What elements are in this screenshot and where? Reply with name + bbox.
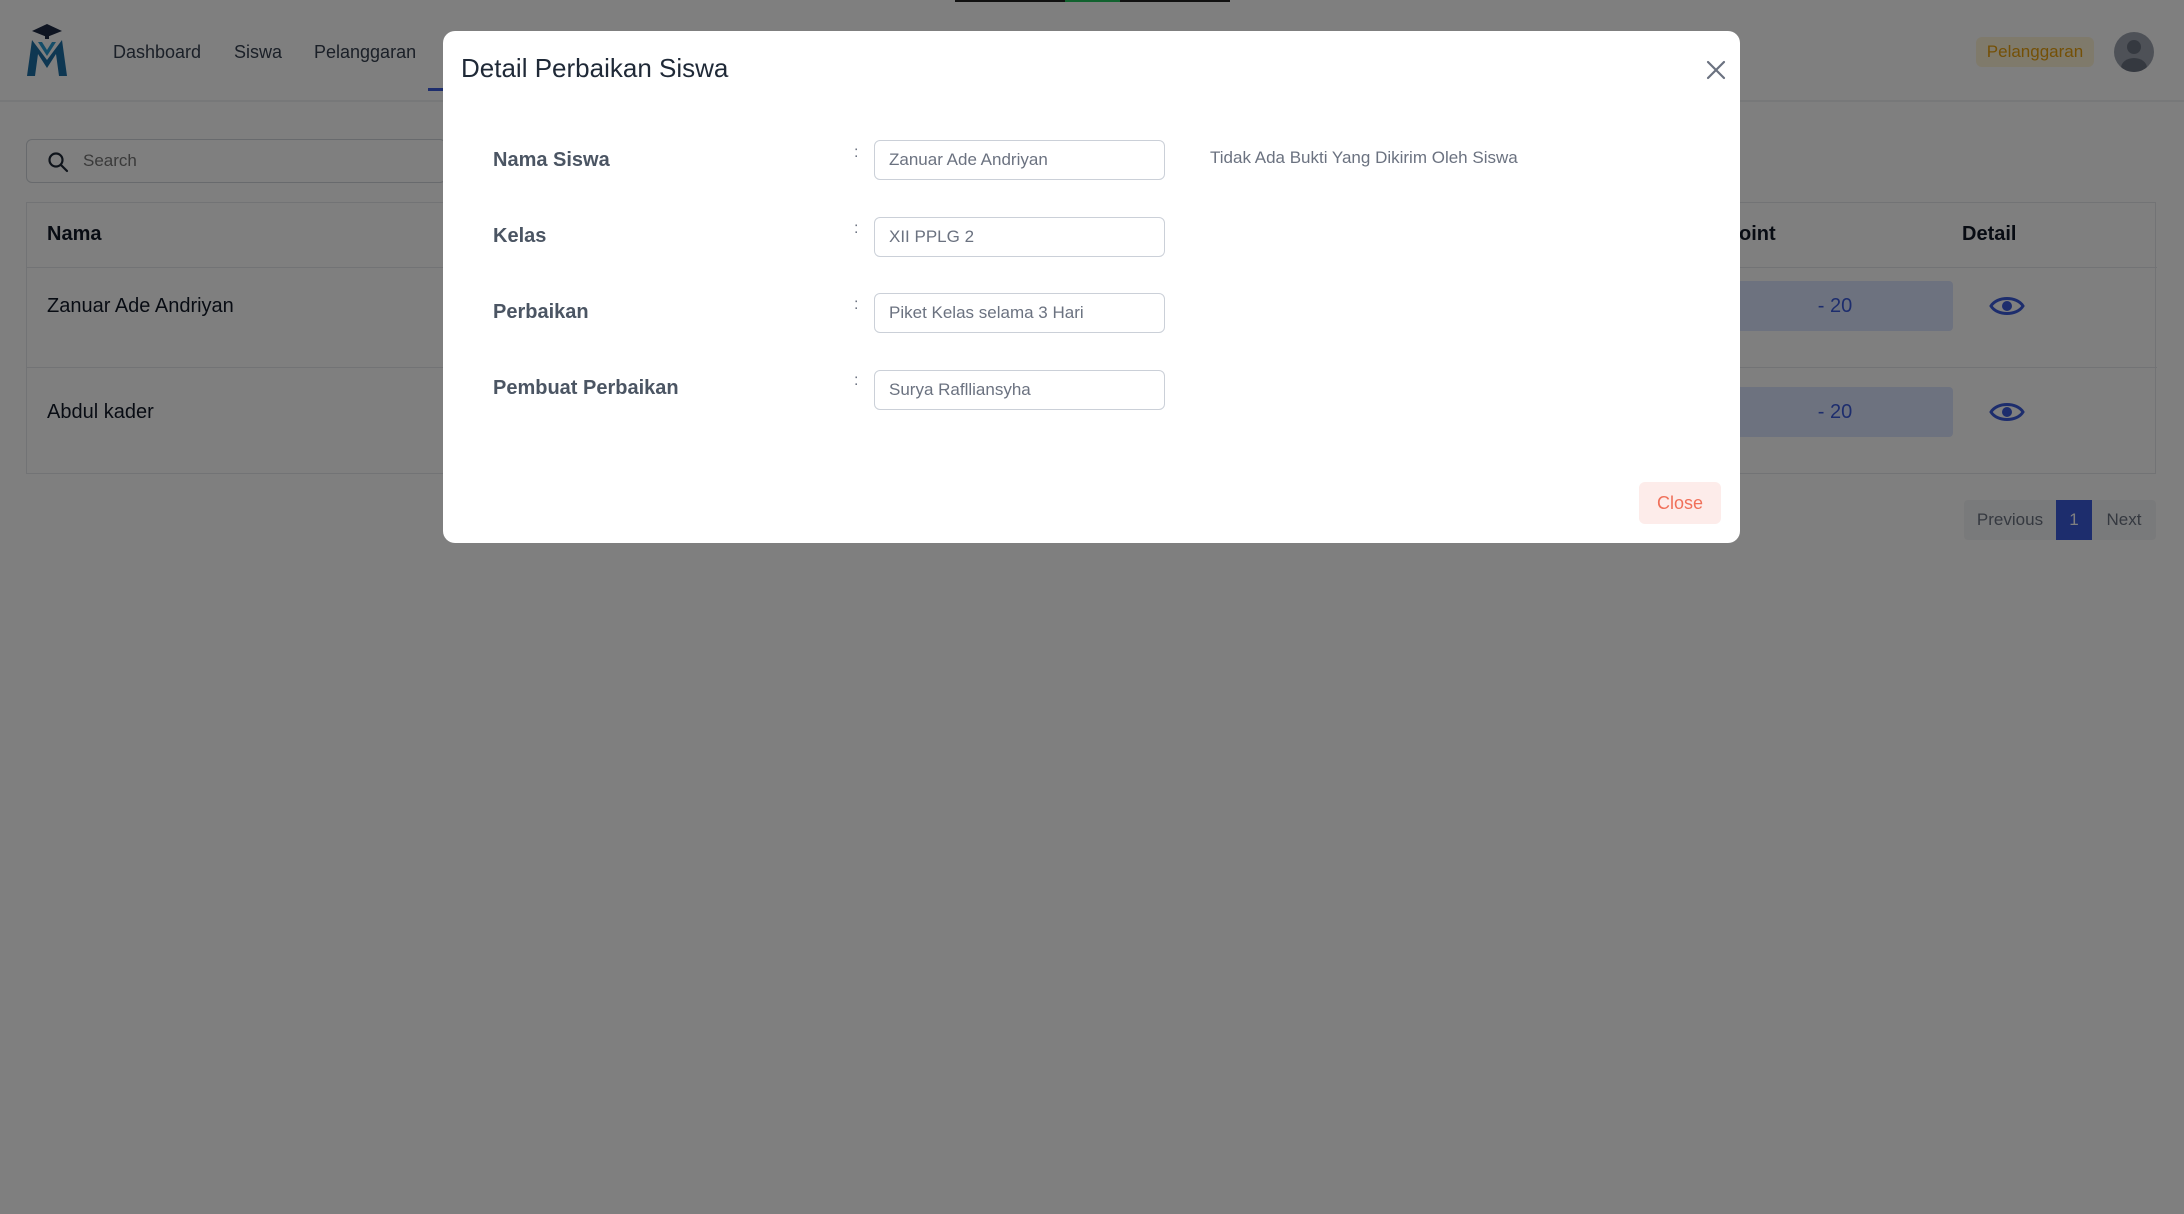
- modal-title: Detail Perbaikan Siswa: [461, 53, 729, 83]
- field-separator: :: [854, 296, 859, 313]
- field-label-nama-siswa: Nama Siswa: [493, 149, 610, 171]
- field-separator: :: [854, 220, 859, 237]
- close-icon[interactable]: [1702, 56, 1730, 84]
- pembuat-perbaikan-field[interactable]: [874, 370, 1165, 410]
- field-label-kelas: Kelas: [493, 225, 547, 247]
- no-proof-message: Tidak Ada Bukti Yang Dikirim Oleh Siswa: [1210, 148, 1518, 167]
- detail-perbaikan-modal: Detail Perbaikan Siswa Nama Siswa : Kela…: [443, 31, 1740, 543]
- field-separator: :: [854, 372, 859, 389]
- close-button[interactable]: Close: [1639, 482, 1721, 524]
- field-label-perbaikan: Perbaikan: [493, 301, 589, 323]
- field-separator: :: [854, 144, 859, 161]
- field-label-pembuat-perbaikan: Pembuat Perbaikan: [493, 377, 679, 399]
- perbaikan-field[interactable]: [874, 293, 1165, 333]
- nama-siswa-field[interactable]: [874, 140, 1165, 180]
- kelas-field[interactable]: [874, 217, 1165, 257]
